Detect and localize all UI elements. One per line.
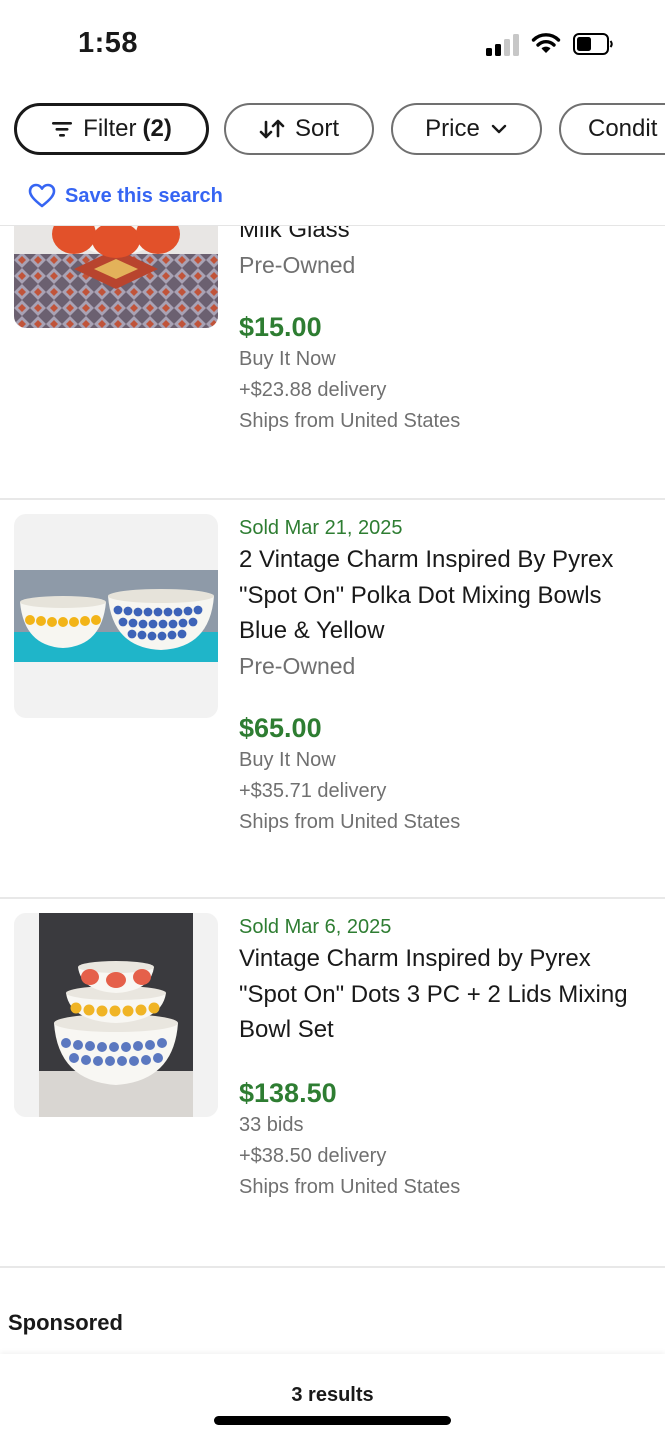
filter-label: Filter (83, 115, 137, 142)
listing-delivery: +$23.88 delivery (239, 378, 387, 401)
listing-format: Buy It Now (239, 347, 336, 370)
sort-icon (259, 119, 285, 139)
listing-title[interactable]: Vintage Charm Inspired by Pyrex "Spot On… (239, 941, 654, 1048)
results-count: 3 results (291, 1384, 374, 1406)
results-list: Milk Glass Pre-Owned $15.00 Buy It Now +… (0, 226, 665, 1354)
listing-divider (0, 1266, 665, 1268)
polka-dot-bowls-image (14, 570, 218, 662)
listing-price: $15.00 (239, 311, 322, 342)
listing-price: $138.50 (239, 1077, 337, 1108)
listing-title[interactable]: 2 Vintage Charm Inspired By Pyrex "Spot … (239, 542, 654, 649)
listing-divider (0, 498, 665, 500)
save-search-label: Save this search (65, 184, 223, 207)
listing-divider (0, 897, 665, 899)
home-indicator[interactable] (214, 1416, 451, 1425)
listing-condition: Pre-Owned (239, 652, 356, 679)
listing-info: Sold Mar 6, 2025 Vintage Charm Inspired … (239, 913, 654, 1203)
sort-label: Sort (294, 115, 339, 142)
status-bar: 1:58 (0, 0, 665, 90)
filter-count: (2) (142, 115, 172, 142)
battery-icon (573, 33, 613, 55)
listing-ships-from: Ships from United States (239, 1175, 461, 1198)
save-search-button[interactable]: Save this search (28, 180, 223, 212)
listing-info: Sold Mar 21, 2025 2 Vintage Charm Inspir… (239, 514, 654, 838)
heart-icon (28, 183, 56, 208)
wifi-icon (531, 33, 561, 53)
listing-bids: 33 bids (239, 1113, 304, 1136)
sold-date: Sold Mar 6, 2025 (239, 916, 392, 938)
condition-filter-label: Condit (588, 115, 658, 142)
listing-delivery: +$38.50 delivery (239, 1144, 387, 1167)
filter-bar: Filter (2) Sort Price Condit (0, 100, 665, 162)
price-filter-button[interactable]: Price (391, 103, 542, 155)
condition-filter-button[interactable]: Condit (559, 103, 665, 155)
milk-glass-bowl-image (14, 226, 218, 328)
listing-title[interactable]: Milk Glass (239, 226, 654, 248)
listing-image[interactable] (14, 226, 218, 328)
chevron-down-icon (491, 124, 507, 134)
listing-condition: Pre-Owned (239, 251, 356, 278)
listing-ships-from: Ships from United States (239, 409, 461, 432)
filter-button[interactable]: Filter (2) (14, 103, 209, 155)
sponsored-heading: Sponsored (8, 1310, 123, 1335)
listing-format: Buy It Now (239, 748, 336, 771)
status-time: 1:58 (78, 27, 139, 59)
listing-ships-from: Ships from United States (239, 810, 461, 833)
sort-button[interactable]: Sort (224, 103, 374, 155)
listing-price: $65.00 (239, 712, 322, 743)
price-filter-label: Price (425, 115, 480, 142)
listing-delivery: +$35.71 delivery (239, 779, 387, 802)
listing-image[interactable] (14, 514, 218, 718)
filter-icon (52, 122, 73, 137)
sold-date: Sold Mar 21, 2025 (239, 517, 403, 539)
listing-image[interactable] (14, 913, 218, 1117)
listing-info: Milk Glass Pre-Owned $15.00 Buy It Now +… (239, 226, 654, 437)
cellular-signal-icon (486, 34, 520, 56)
results-bar: 3 results (0, 1354, 665, 1440)
bowl-set-image (14, 913, 218, 1117)
